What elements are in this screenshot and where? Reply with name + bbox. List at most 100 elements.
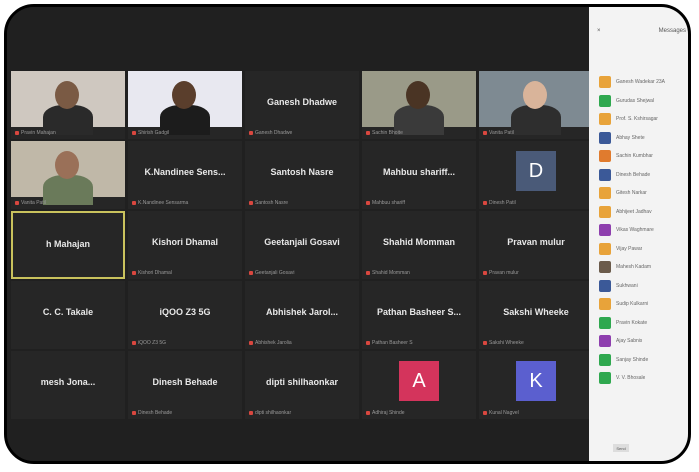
tile-caption-text: Pravin Mahajan	[21, 130, 56, 136]
participant-list-item[interactable]: Ajay Sabnis	[599, 332, 688, 351]
participant-list-item[interactable]: Mahesh Kadam	[599, 258, 688, 277]
participant-name: Mahbuu shariff...	[383, 167, 455, 177]
participant-tile[interactable]: C. C. Takale	[11, 281, 125, 349]
tile-caption-text: Dinesh Patil	[489, 200, 516, 206]
mic-muted-icon	[483, 340, 487, 345]
participant-tile[interactable]: Abhishek Jarol... Abhishek Jarolia	[245, 281, 359, 349]
participant-list-item[interactable]: Pravin Kokate	[599, 314, 688, 333]
participant-tile[interactable]: Shahid Momman Shahid Momman	[362, 211, 476, 279]
participant-tile[interactable]: K.Nandinee Sens... K.Nandinee Sensarma	[128, 141, 242, 209]
participant-label: Ajay Sabnis	[616, 338, 643, 345]
mic-muted-icon	[132, 270, 136, 275]
tile-caption: Kunal Nagvel	[483, 410, 589, 416]
participant-list-item[interactable]: Sanjay Shinde	[599, 351, 688, 370]
participant-tile[interactable]: D Dinesh Patil	[479, 141, 593, 209]
participant-list-item[interactable]: Sukhwani	[599, 277, 688, 296]
participant-tile[interactable]: K Kunal Nagvel	[479, 351, 593, 419]
participant-list-item[interactable]: Ganesh Wadekar 23A	[599, 73, 688, 92]
participant-list-item[interactable]: Abhay Shete	[599, 129, 688, 148]
tile-caption-text: iQOO Z3 5G	[138, 340, 167, 346]
participant-list-item[interactable]: Vijay Pawar	[599, 240, 688, 259]
participant-name: dipti shilhaonkar	[265, 377, 338, 387]
tile-caption-text: Pravan mulur	[489, 270, 519, 276]
participant-tile[interactable]: Pravan mulur Pravan mulur	[479, 211, 593, 279]
participant-tile[interactable]: Vanita Patil	[479, 71, 593, 139]
participant-label: Mahesh Kadam	[616, 264, 652, 271]
mic-muted-icon	[132, 410, 136, 415]
tile-caption: Ganesh Dhadwe	[249, 130, 355, 136]
participant-label: Gurudas Shejwal	[616, 97, 655, 104]
participant-tile[interactable]: Pathan Basheer S... Pathan Basheer S	[362, 281, 476, 349]
tile-caption: Kishori Dhamal	[132, 270, 238, 276]
avatar: K	[516, 361, 556, 401]
participant-name: Pravan mulur	[507, 237, 565, 247]
video-gallery: Pravin Mahajan Shirish Gadgil Ganesh Dhadw…	[7, 7, 593, 461]
participant-list-item[interactable]: Gurudas Shejwal	[599, 92, 688, 111]
participant-tile[interactable]: Sakshi Wheeke Sakshi Wheeke	[479, 281, 593, 349]
participant-name: h Mahajan	[45, 239, 90, 249]
participant-name: Ganesh Dhadwe	[266, 97, 338, 107]
participant-name: Dinesh Behade	[152, 377, 218, 387]
participant-tile[interactable]: Vanita Patil	[11, 141, 125, 209]
avatar	[599, 298, 611, 311]
avatar	[599, 168, 611, 181]
tile-caption-text: Santosh Nasre	[255, 200, 289, 206]
participant-label: Ganesh Wadekar 23A	[616, 79, 666, 86]
tile-caption-text: Ganesh Dhadwe	[255, 130, 293, 136]
participant-list-item[interactable]: Sachin Kumbhar	[599, 147, 688, 166]
participant-tile[interactable]: dipti shilhaonkar dipti shilhaonkar	[245, 351, 359, 419]
participant-tile[interactable]: A Adhiraj Shinde	[362, 351, 476, 419]
participant-label: Pravin Kokate	[616, 319, 648, 326]
mic-muted-icon	[366, 130, 370, 135]
participant-list-item[interactable]: Vikas Waghmare	[599, 221, 688, 240]
avatar	[599, 131, 611, 144]
participant-tile[interactable]: Shirish Gadgil	[128, 71, 242, 139]
tile-caption-text: Dinesh Behade	[138, 410, 173, 416]
tile-caption: Vanita Patil	[15, 200, 121, 206]
participant-tile[interactable]: Pravin Mahajan	[11, 71, 125, 139]
participant-name: Kishori Dhamal	[151, 237, 218, 247]
participant-list-item[interactable]: Gitesh Narkar	[599, 184, 688, 203]
participant-list-item[interactable]: Abhijeet Jadhav	[599, 203, 688, 222]
participant-tile[interactable]: Sachin Bhoite	[362, 71, 476, 139]
participant-tile[interactable]: Ganesh Dhadwe Ganesh Dhadwe	[245, 71, 359, 139]
mic-muted-icon	[132, 130, 136, 135]
participant-tile[interactable]: Mahbuu shariff... Mahbuu shariff	[362, 141, 476, 209]
tile-caption: Pravan mulur	[483, 270, 589, 276]
tile-caption-text: Shahid Momman	[372, 270, 410, 276]
participant-tile[interactable]: mesh Jona...	[11, 351, 125, 419]
participant-tile[interactable]: iQOO Z3 5G iQOO Z3 5G	[128, 281, 242, 349]
participant-name: Abhishek Jarol...	[265, 307, 339, 317]
close-icon[interactable]: ×	[597, 28, 601, 34]
participant-name: iQOO Z3 5G	[159, 307, 211, 317]
participant-label: Prof. S. Kshirsagar	[616, 116, 658, 123]
avatar	[599, 242, 611, 255]
participant-list-item[interactable]: Prof. S. Kshirsagar	[599, 110, 688, 129]
participant-tile[interactable]: Dinesh Behade Dinesh Behade	[128, 351, 242, 419]
tile-caption: Sachin Bhoite	[366, 130, 472, 136]
participant-label: Dinesh Behade	[616, 171, 651, 178]
participant-tile[interactable]: Geetanjali Gosavi Geetanjali Gosavi	[245, 211, 359, 279]
participant-tile[interactable]: Santosh Nasre Santosh Nasre	[245, 141, 359, 209]
send-button[interactable]: Send	[613, 444, 629, 452]
participant-tile[interactable]: Kishori Dhamal Kishori Dhamal	[128, 211, 242, 279]
participant-name: Shahid Momman	[382, 237, 455, 247]
participant-name: Geetanjali Gosavi	[264, 237, 340, 247]
participant-video	[362, 71, 476, 135]
participant-name: mesh Jona...	[40, 377, 96, 387]
participant-list-item[interactable]: Dinesh Behade	[599, 166, 688, 185]
mic-muted-icon	[483, 130, 487, 135]
participant-list-item[interactable]: V. V. Bhosale	[599, 369, 688, 388]
mic-muted-icon	[132, 200, 136, 205]
tile-caption: K.Nandinee Sensarma	[132, 200, 238, 206]
tile-caption: dipti shilhaonkar	[249, 410, 355, 416]
avatar	[599, 150, 611, 163]
participant-tile[interactable]: h Mahajan	[11, 211, 125, 279]
participant-list-item[interactable]: Sudip Kulkarni	[599, 295, 688, 314]
participant-list: Ganesh Wadekar 23A Gurudas Shejwal Prof. S…	[599, 73, 688, 388]
tile-caption: Adhiraj Shinde	[366, 410, 472, 416]
mic-muted-icon	[249, 130, 253, 135]
mic-muted-icon	[15, 130, 19, 135]
tile-caption-text: Sakshi Wheeke	[489, 340, 524, 346]
participant-video	[11, 141, 125, 205]
